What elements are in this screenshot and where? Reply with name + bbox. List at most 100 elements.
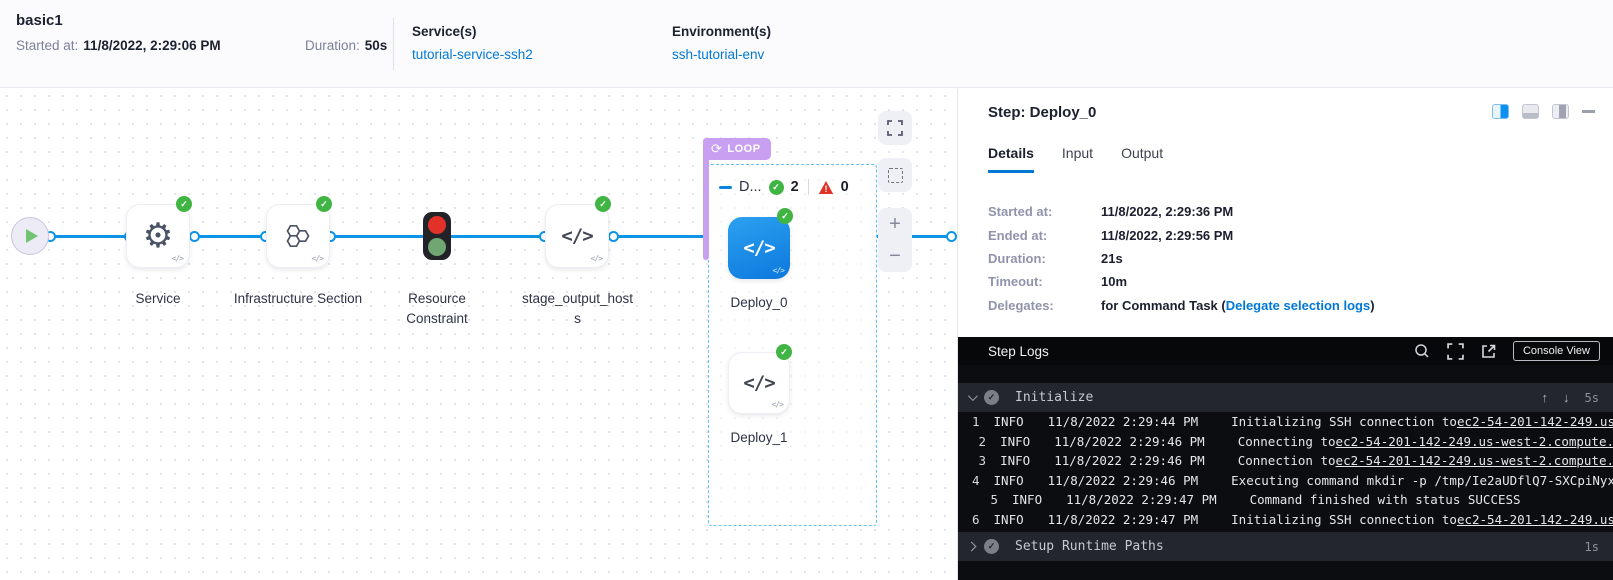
step-logs-panel: Step Logs Console View — [958, 337, 1613, 580]
chevron-right-icon[interactable] — [967, 542, 977, 552]
delegate-selection-logs-link[interactable]: Delegate selection logs — [1226, 298, 1371, 313]
node-deploy-1[interactable]: </> ✓ </> — [728, 352, 790, 414]
node-stage-output-hosts[interactable]: </> ✓ </> — [545, 204, 609, 268]
line-number: 2 — [972, 434, 986, 449]
log-level: INFO — [1012, 492, 1042, 507]
node-label-deploy-0: Deploy_0 — [709, 293, 809, 313]
loop-icon: ⟳ — [711, 141, 722, 157]
log-host-link[interactable]: ec2-54-201-142-249.us — [1457, 414, 1613, 429]
detail-label: Ended at: — [988, 228, 1101, 243]
section-duration: 1s — [1585, 540, 1599, 554]
log-message: Connection to — [1238, 453, 1336, 468]
step-logs-header: Step Logs Console View — [958, 337, 1613, 365]
node-infrastructure[interactable]: ✓ </> — [266, 204, 330, 268]
node-label-stage-output-hosts: stage_output_hosts — [521, 289, 634, 328]
traffic-light-red-icon — [428, 216, 446, 234]
zoom-controls: + − — [878, 208, 912, 272]
loop-container[interactable]: D... ✓ 2 ! 0 </> ✓ </> Deploy_0 </> ✓ — [708, 164, 877, 526]
chevron-down-icon[interactable] — [968, 391, 978, 401]
node-resource-constraint[interactable] — [423, 212, 451, 260]
log-line: 4 INFO 11/8/2022 2:29:46 PM Executing co… — [958, 471, 1613, 491]
pipeline-execution-page: basic1 Started at: 11/8/2022, 2:29:06 PM… — [0, 0, 1613, 580]
node-label-service: Service — [88, 289, 228, 309]
log-time: 11/8/2022 2:29:46 PM — [1054, 453, 1205, 468]
step-logs-title: Step Logs — [988, 344, 1049, 359]
detail-row-timeout: Timeout: 10m — [988, 270, 1375, 293]
duration-label: Duration: — [305, 38, 360, 53]
log-time: 11/8/2022 2:29:46 PM — [1054, 434, 1205, 449]
detail-value: 11/8/2022, 2:29:56 PM — [1101, 228, 1233, 243]
scroll-top-icon[interactable]: ↑ — [1542, 390, 1549, 405]
line-number: 5 — [972, 492, 998, 507]
open-in-new-icon[interactable] — [1481, 344, 1496, 359]
collapse-minus-icon[interactable] — [719, 186, 732, 189]
log-level: INFO — [1000, 434, 1030, 449]
connector-port — [946, 231, 957, 242]
log-message: Command finished with status SUCCESS — [1250, 492, 1521, 507]
header-divider — [393, 18, 394, 70]
detail-row-duration: Duration: 21s — [988, 247, 1375, 270]
edge-line — [50, 235, 130, 238]
log-section-setup-runtime-paths[interactable]: ✓ Setup Runtime Paths 1s — [958, 532, 1613, 561]
log-host-link[interactable]: ec2-54-201-142-249.us-west-2.compute. — [1336, 434, 1613, 449]
node-deploy-0[interactable]: </> ✓ </> — [728, 217, 790, 279]
environments-block: Environment(s) ssh-tutorial-env — [672, 24, 771, 62]
connector-port — [189, 231, 200, 242]
tab-input[interactable]: Input — [1062, 145, 1093, 173]
service-link[interactable]: tutorial-service-ssh2 — [412, 47, 533, 62]
fit-to-screen-button[interactable] — [878, 111, 912, 145]
log-host-link[interactable]: ec2-54-201-142-249.us — [1457, 512, 1613, 527]
console-view-button[interactable]: Console View — [1513, 341, 1600, 361]
success-badge-icon: ✓ — [316, 196, 332, 212]
node-label-deploy-1: Deploy_1 — [709, 428, 809, 448]
section-success-icon: ✓ — [984, 539, 999, 554]
line-number: 3 — [972, 453, 986, 468]
log-message: Initializing SSH connection to — [1231, 414, 1457, 429]
node-service[interactable]: ⚙ ✓ </> — [126, 204, 190, 268]
loop-group-name: D... — [739, 179, 762, 195]
play-icon — [26, 229, 38, 243]
duration-value: 50s — [365, 38, 388, 53]
log-line: 3 INFO 11/8/2022 2:29:46 PM Connection t… — [958, 451, 1613, 471]
step-details-panel: Step: Deploy_0 Details Input Output Star… — [957, 89, 1613, 580]
search-icon[interactable] — [1414, 343, 1430, 359]
section-duration: 5s — [1585, 391, 1599, 405]
connector-port — [608, 231, 619, 242]
tab-output[interactable]: Output — [1121, 145, 1163, 173]
services-block: Service(s) tutorial-service-ssh2 — [412, 24, 533, 62]
pipeline-start-node[interactable] — [11, 217, 49, 255]
detail-label: Delegates: — [988, 298, 1101, 313]
loop-badge-label: LOOP — [727, 143, 760, 155]
environment-link[interactable]: ssh-tutorial-env — [672, 47, 771, 62]
fullscreen-logs-icon[interactable] — [1447, 343, 1464, 360]
zoom-out-button[interactable]: − — [889, 246, 901, 266]
code-icon: </> — [561, 225, 592, 247]
step-panel-title: Step: Deploy_0 — [988, 104, 1096, 121]
detail-row-started-at: Started at: 11/8/2022, 2:29:36 PM — [988, 200, 1375, 223]
scroll-bottom-icon[interactable]: ↓ — [1563, 390, 1570, 405]
success-count: 2 — [791, 179, 799, 195]
layout-right-icon[interactable] — [1552, 104, 1569, 119]
layout-bottom-icon[interactable] — [1522, 104, 1539, 119]
layout-split-right-icon[interactable] — [1492, 104, 1509, 119]
section-success-icon: ✓ — [984, 390, 999, 405]
zoom-in-button[interactable]: + — [889, 214, 901, 234]
pipeline-name: basic1 — [16, 12, 63, 29]
log-host-link[interactable]: ec2-54-201-142-249.us-west-2.compute. — [1336, 453, 1613, 468]
edge-line — [450, 235, 545, 238]
execution-header: basic1 Started at: 11/8/2022, 2:29:06 PM… — [0, 0, 1613, 88]
log-section-initialize[interactable]: ✓ Initialize ↑ ↓ 5s — [958, 383, 1613, 412]
panel-layout-controls — [1492, 104, 1595, 119]
log-line: 5 INFO 11/8/2022 2:29:47 PM Command fini… — [958, 490, 1613, 510]
code-subicon: </> — [591, 254, 602, 263]
selection-mode-button[interactable] — [878, 158, 912, 192]
step-details-list: Started at: 11/8/2022, 2:29:36 PM Ended … — [988, 200, 1375, 317]
svg-text:!: ! — [824, 184, 827, 194]
tab-details[interactable]: Details — [988, 145, 1034, 173]
minimize-panel-icon[interactable] — [1582, 110, 1595, 113]
loop-badge: ⟳ LOOP — [703, 138, 771, 160]
detail-row-delegates: Delegates: for Command Task (Delegate se… — [988, 294, 1375, 317]
started-at-label: Started at: — [16, 38, 78, 53]
pipeline-canvas[interactable]: ⚙ ✓ </> Service ✓ </> Infrastructure Sec… — [0, 89, 957, 580]
gear-icon: ⚙ — [143, 219, 173, 253]
